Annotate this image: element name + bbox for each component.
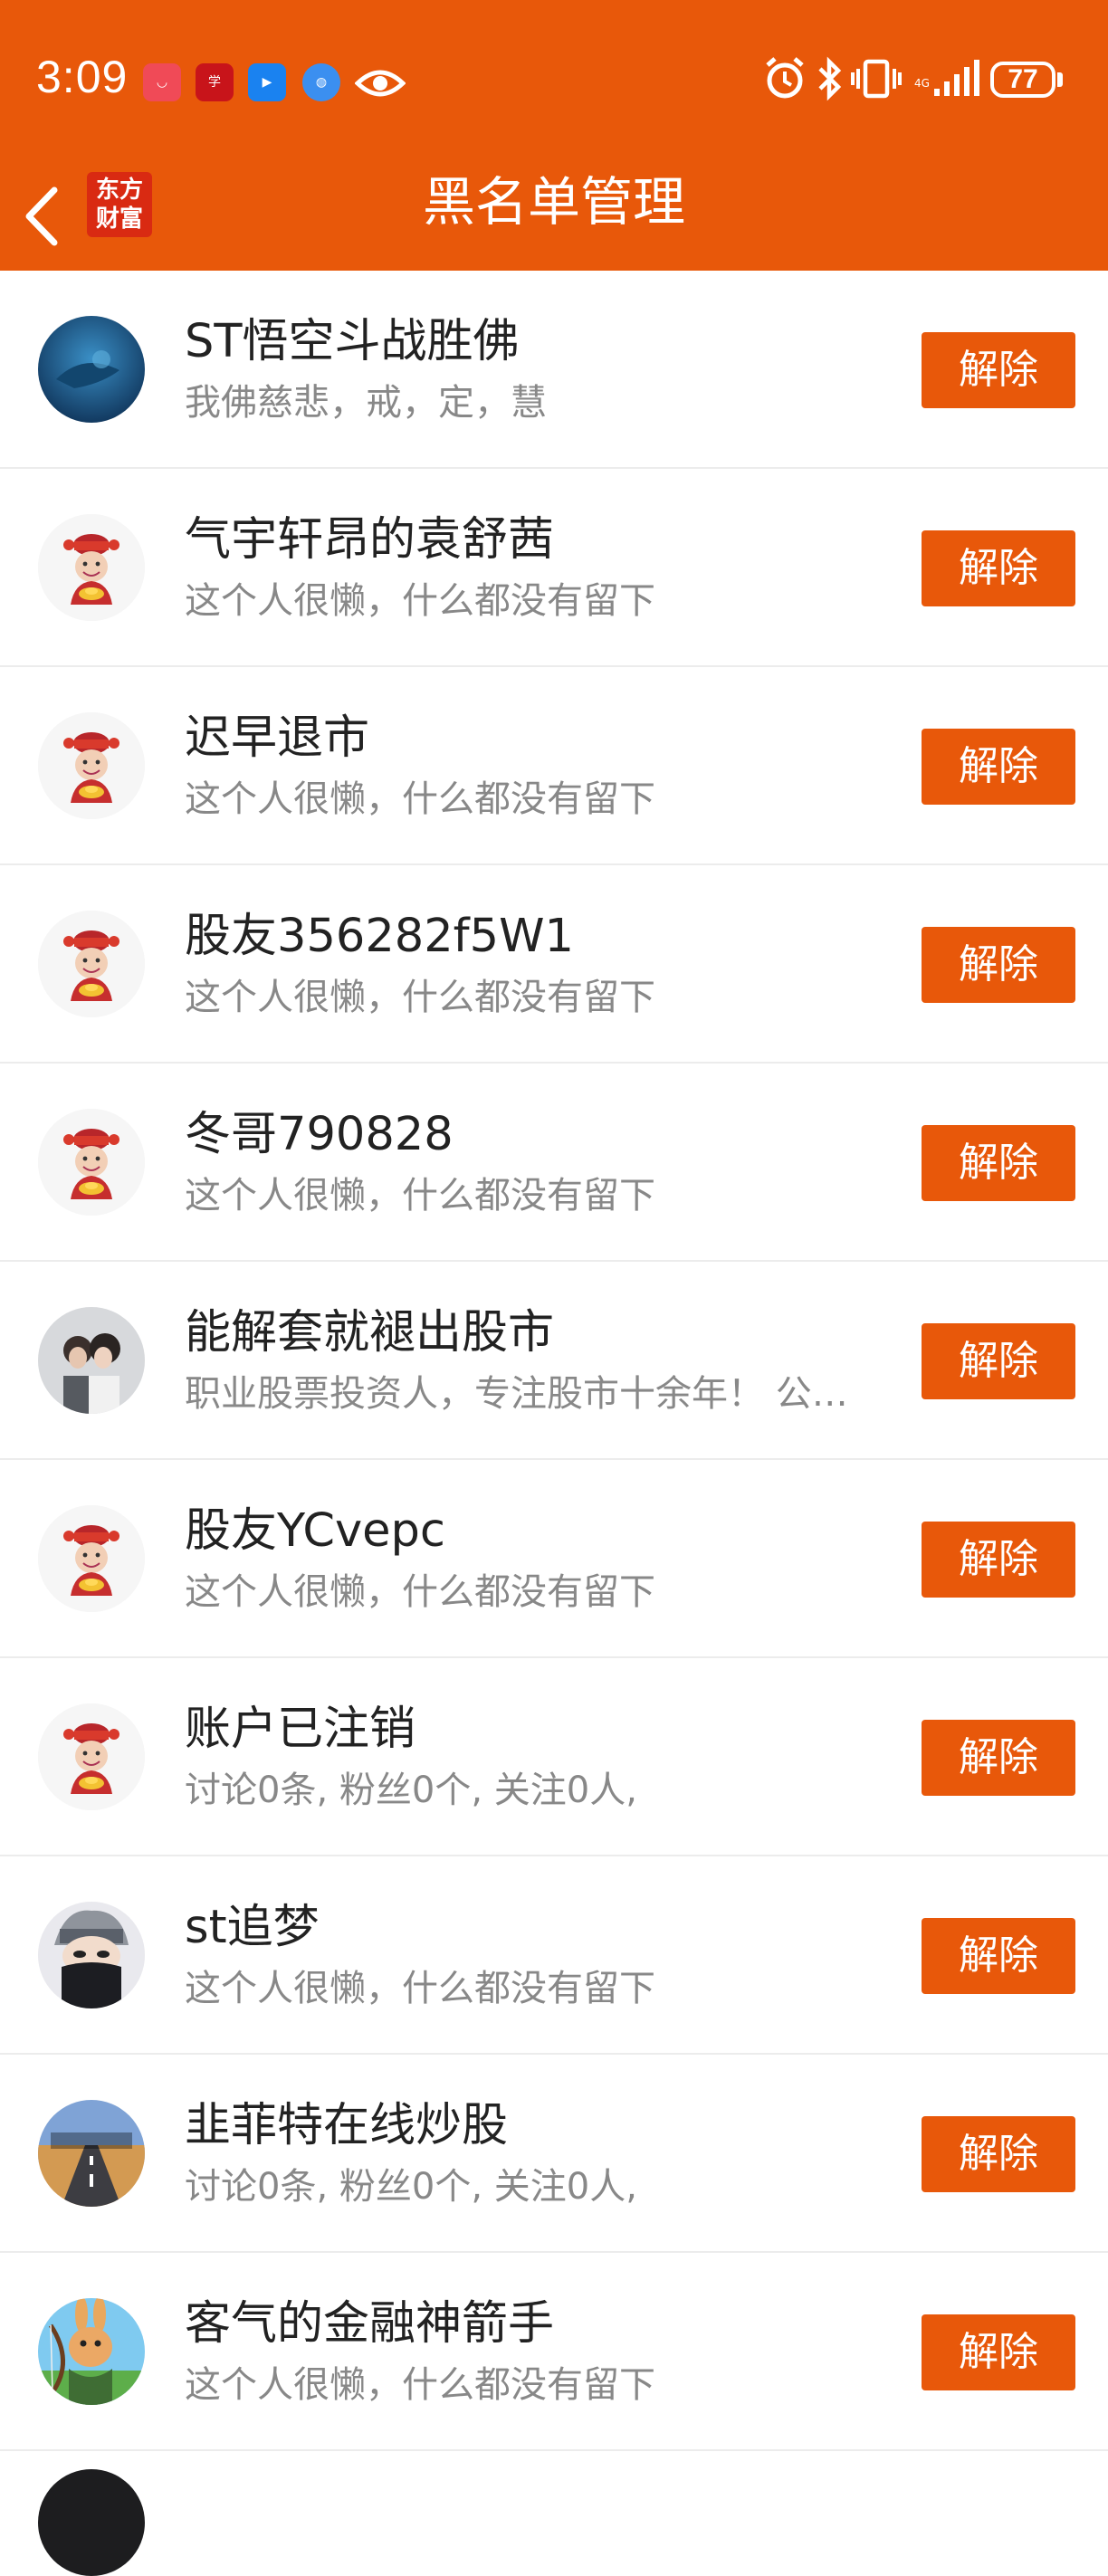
chevron-left-icon: [25, 186, 58, 246]
unblock-button[interactable]: 解除: [922, 530, 1075, 606]
alarm-icon: [766, 57, 804, 99]
navigation-bar: 黑名单管理 东方 财富: [0, 163, 1108, 271]
caishen-default-avatar[interactable]: [38, 1505, 145, 1612]
unblock-button[interactable]: 解除: [922, 729, 1075, 805]
status-icons: 4G 77: [764, 56, 1072, 110]
unblock-button[interactable]: 解除: [922, 1522, 1075, 1598]
battery-icon: 77: [990, 62, 1055, 98]
ninja-anime-avatar[interactable]: [38, 1902, 145, 2008]
blacklist-row[interactable]: 股友356282f5W1 这个人很懒，什么都没有留下 解除: [0, 865, 1108, 1064]
caishen-default-avatar[interactable]: [38, 911, 145, 1017]
user-name[interactable]: 迟早退市: [185, 709, 909, 768]
page-title: 黑名单管理: [422, 171, 685, 233]
avatar-partial: [38, 2469, 145, 2576]
road-photo-avatar[interactable]: [38, 2100, 145, 2207]
user-description: 这个人很懒，什么都没有留下: [185, 1571, 655, 1613]
archer-rabbit-avatar[interactable]: [38, 2298, 145, 2405]
huawei-appgallery-icon: ◡: [143, 63, 181, 101]
blacklist-row[interactable]: 冬哥790828 这个人很懒，什么都没有留下 解除: [0, 1064, 1108, 1262]
brand-line1: 东方: [95, 177, 143, 204]
unblock-button[interactable]: 解除: [922, 332, 1075, 408]
user-description: 我佛慈悲，戒，定，慧: [185, 382, 547, 424]
unblock-button[interactable]: 解除: [922, 2116, 1075, 2192]
blacklist-row[interactable]: 韭菲特在线炒股讨论0条, 粉丝0个, 关注0人, 解除: [0, 2055, 1108, 2253]
blacklist-row[interactable]: 能解套就褪出股市 职业股票投资人，专注股市十余年！ 公… 解除: [0, 1262, 1108, 1460]
user-name[interactable]: 能解套就褪出股市: [185, 1303, 909, 1363]
brand-line2: 财富: [95, 205, 143, 233]
user-description: 讨论0条, 粉丝0个, 关注0人,: [185, 2166, 637, 2208]
unblock-button[interactable]: 解除: [922, 927, 1075, 1003]
user-name[interactable]: 客气的金融神箭手: [185, 2295, 909, 2354]
blacklist-row[interactable]: 客气的金融神箭手这个人很懒，什么都没有留下 解除: [0, 2253, 1108, 2451]
user-description: 职业股票投资人，专注股市十余年！ 公…: [185, 1373, 848, 1415]
blacklist-row[interactable]: 气宇轩昂的袁舒茜这个人很懒，什么都没有留下 解除: [0, 469, 1108, 667]
user-name[interactable]: ST悟空斗战胜佛: [185, 312, 909, 372]
browser-app-icon: ◍: [302, 63, 340, 101]
user-description: 这个人很懒，什么都没有留下: [185, 778, 655, 820]
user-description: 这个人很懒，什么都没有留下: [185, 1175, 655, 1216]
back-button[interactable]: [20, 176, 92, 257]
unblock-button[interactable]: 解除: [922, 1125, 1075, 1201]
ocean-photo-avatar[interactable]: [38, 316, 145, 423]
unblock-button[interactable]: 解除: [922, 1323, 1075, 1399]
app-header: 3:09 ◡ 学 ▶ ◍ 4G 77 黑名单管理 东方 财富: [0, 0, 1108, 271]
eastmoney-logo: 东方 财富: [87, 172, 152, 237]
caishen-default-avatar[interactable]: [38, 712, 145, 819]
user-name[interactable]: 冬哥790828: [185, 1105, 909, 1165]
blacklist-row[interactable]: ST悟空斗战胜佛我佛慈悲，戒，定，慧 解除: [0, 271, 1108, 469]
user-name[interactable]: 股友356282f5W1: [185, 907, 909, 967]
user-description: 这个人很懒，什么都没有留下: [185, 1968, 655, 2009]
couple-photo-avatar[interactable]: [38, 1307, 145, 1414]
blacklist-row[interactable]: 股友YCvepc 这个人很懒，什么都没有留下 解除: [0, 1460, 1108, 1658]
unblock-button[interactable]: 解除: [922, 1720, 1075, 1796]
bluetooth-icon: [818, 56, 842, 101]
caishen-default-avatar[interactable]: [38, 514, 145, 621]
blacklist-list: ST悟空斗战胜佛 我佛慈悲，戒，定，慧 解除 气宇轩昂的袁舒茜 这个人很懒，什么都没有留…: [0, 271, 1108, 2576]
caishen-default-avatar[interactable]: [38, 1703, 145, 1810]
user-description: 讨论0条, 粉丝0个, 关注0人,: [185, 1770, 637, 1811]
blacklist-row[interactable]: 账户已注销讨论0条, 粉丝0个, 关注0人, 解除: [0, 1658, 1108, 1856]
unblock-button[interactable]: 解除: [922, 2314, 1075, 2390]
signal-icon: 4G: [914, 60, 979, 96]
status-bar: 3:09 ◡ 学 ▶ ◍ 4G 77: [0, 0, 1108, 163]
user-name[interactable]: 账户已注销: [185, 1700, 909, 1760]
status-time: 3:09: [36, 52, 129, 102]
battery-tip: [1057, 72, 1063, 87]
navigation-app-icon: ▶: [248, 63, 286, 101]
blacklist-row[interactable]: st追梦这个人很懒，什么都没有留下 解除: [0, 1856, 1108, 2055]
blacklist-row-partial: [0, 2451, 1108, 2576]
user-name[interactable]: 韭菲特在线炒股: [185, 2096, 909, 2156]
caishen-default-avatar[interactable]: [38, 1109, 145, 1216]
unblock-button[interactable]: 解除: [922, 1918, 1075, 1994]
user-description: 这个人很懒，什么都没有留下: [185, 580, 655, 622]
user-description: 这个人很懒，什么都没有留下: [185, 977, 655, 1018]
user-name[interactable]: 股友YCvepc: [185, 1502, 909, 1561]
user-description: 这个人很懒，什么都没有留下: [185, 2364, 655, 2406]
vibrate-icon: [851, 59, 902, 99]
blacklist-row[interactable]: 迟早退市这个人很懒，什么都没有留下 解除: [0, 667, 1108, 865]
user-name[interactable]: 气宇轩昂的袁舒茜: [185, 510, 909, 570]
xuexi-app-icon: 学: [196, 63, 234, 101]
user-name[interactable]: st追梦: [185, 1898, 909, 1958]
svg-text:4G: 4G: [914, 77, 930, 90]
eye-comfort-icon: [355, 70, 406, 97]
